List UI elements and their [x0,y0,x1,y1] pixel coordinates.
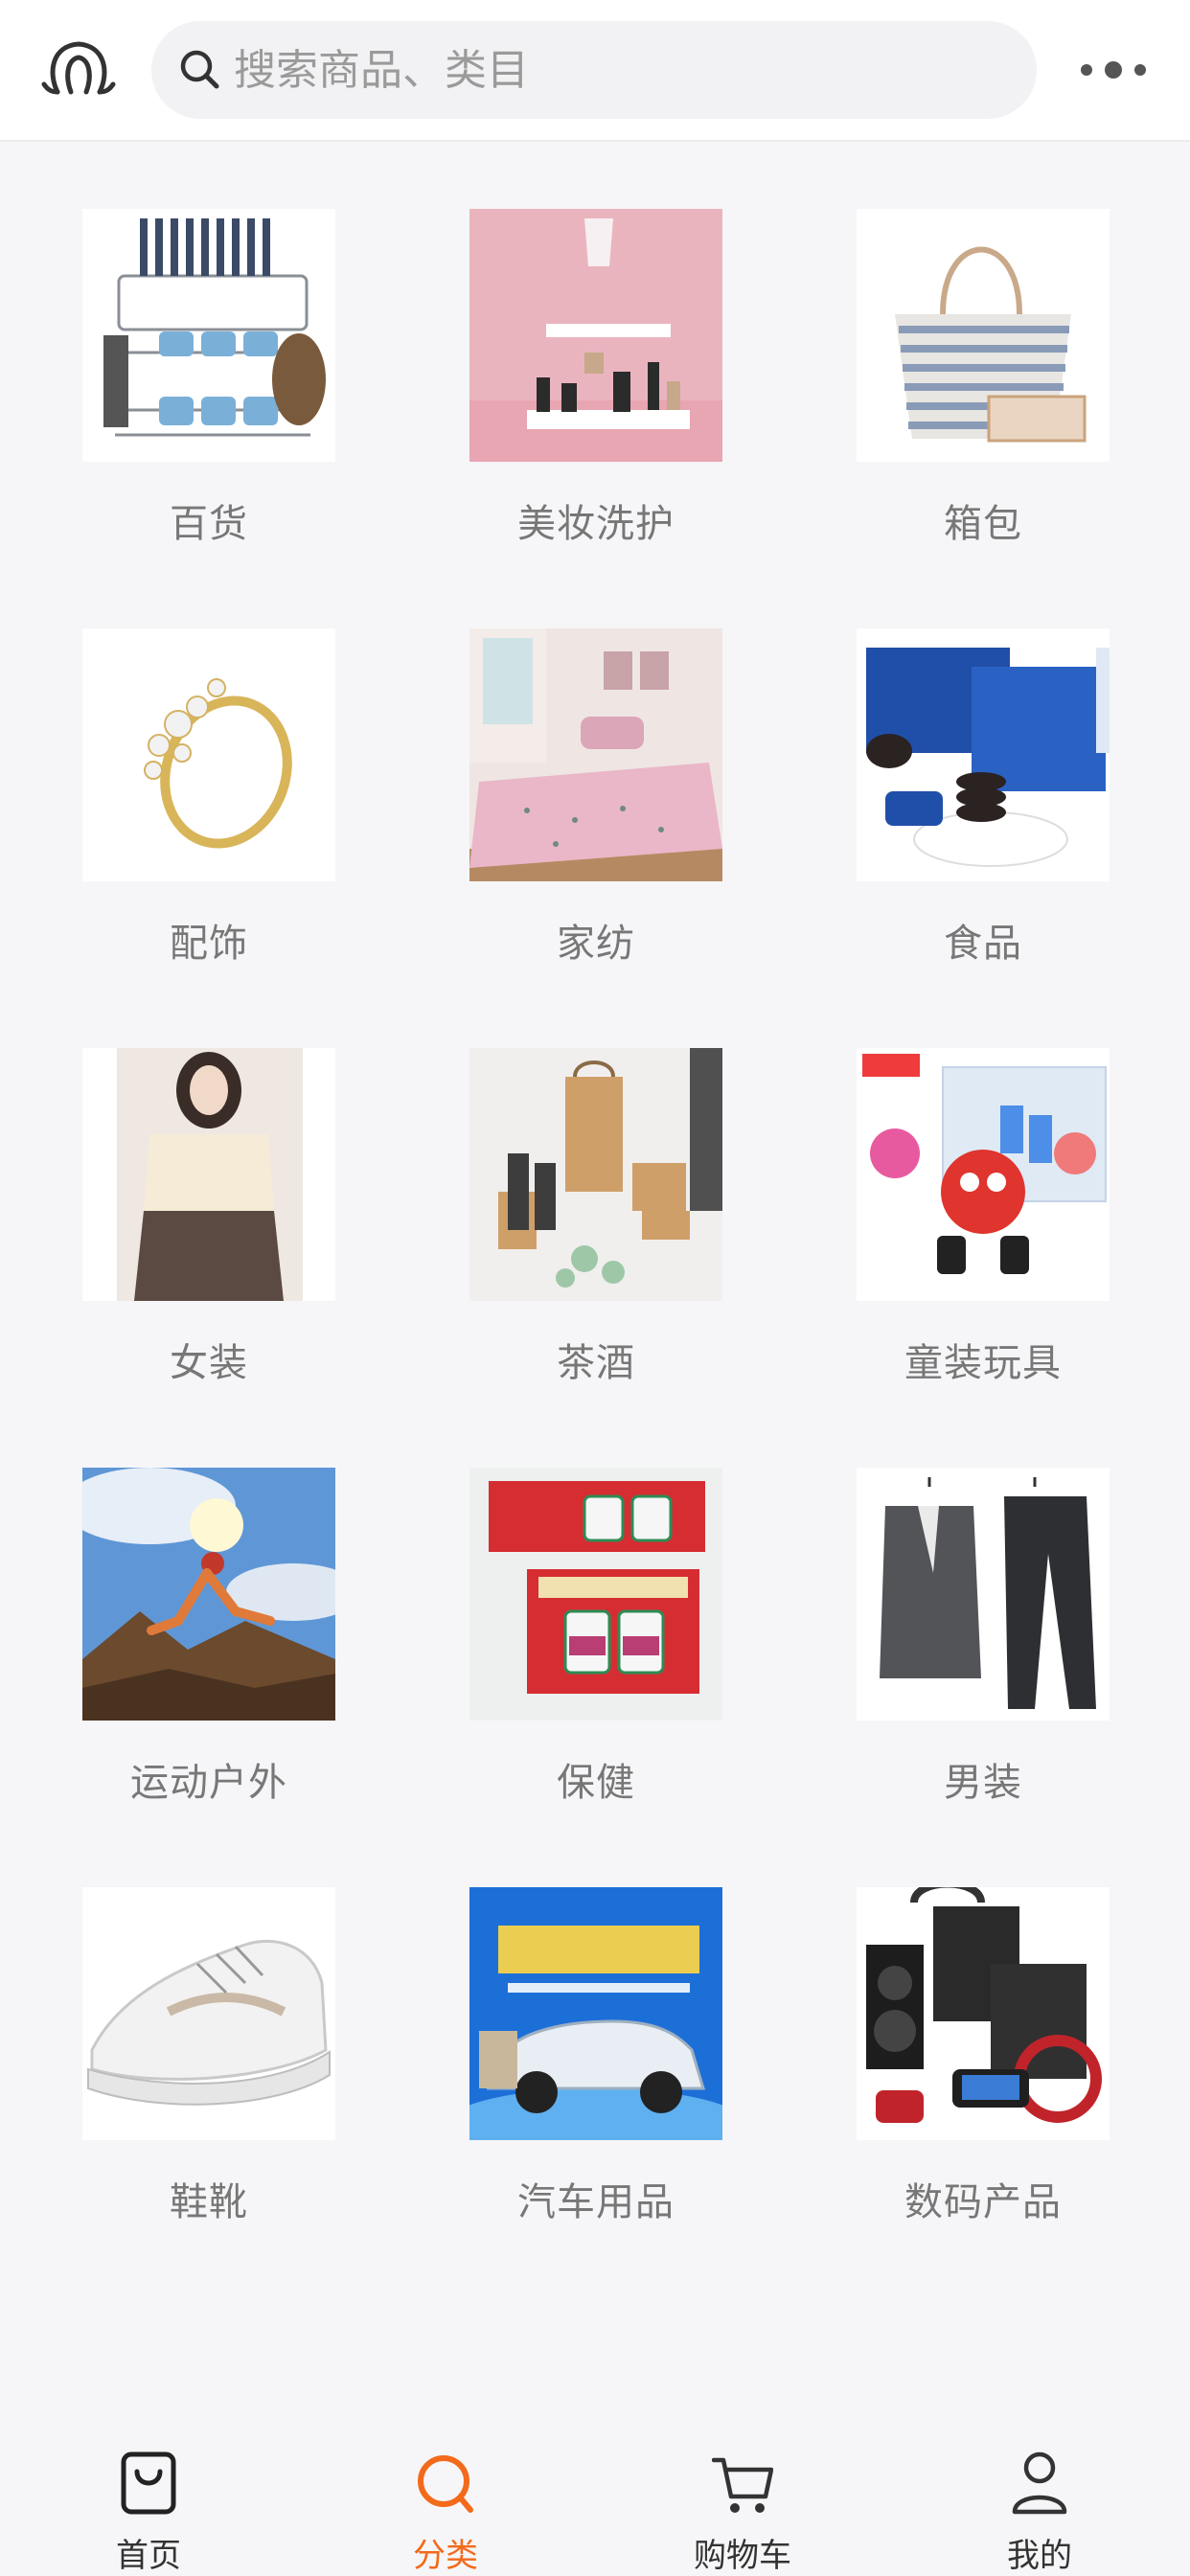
category-label: 保健 [557,1761,635,1805]
category-item[interactable]: 美妆洗护 [387,140,770,559]
category-item[interactable]: 保健 [387,1399,770,1818]
tab-label: 我的 [1007,2537,1072,2575]
shopping-bag-icon [121,2451,176,2515]
top-header [0,0,1190,142]
bedding-image [469,628,722,881]
search-input[interactable] [234,21,1000,119]
ring-image [82,628,335,881]
category-item[interactable]: 茶酒 [387,979,770,1399]
tote-bag-image [857,209,1110,462]
car-image [469,1887,722,2140]
more-dots-icon[interactable] [1077,54,1150,86]
category-label: 美妆洗护 [517,502,675,546]
womenswear-image [82,1048,335,1301]
cart-icon [712,2457,773,2513]
tab-label: 分类 [413,2537,478,2575]
sneaker-image [82,1887,335,2140]
suit-image [857,1468,1110,1721]
category-label: 配饰 [170,922,248,966]
category-label: 箱包 [944,502,1022,546]
category-item[interactable]: 箱包 [774,140,1157,559]
category-item[interactable]: 食品 [774,559,1157,979]
category-item[interactable]: 男装 [774,1399,1157,1818]
tab-category[interactable]: 分类 [297,2429,594,2575]
search-icon [180,50,219,89]
bottom-tab-bar: 首页 分类 购物车 我的 [0,2429,1190,2575]
tab-profile[interactable]: 我的 [891,2429,1188,2575]
tab-cart[interactable]: 购物车 [594,2429,891,2575]
category-item[interactable]: 鞋靴 [0,1818,383,2238]
category-item[interactable]: 女装 [0,979,383,1399]
category-label: 男装 [944,1761,1022,1805]
category-label: 女装 [170,1341,248,1385]
tab-label: 首页 [116,2537,181,2575]
category-item[interactable]: 童装玩具 [774,979,1157,1399]
category-item[interactable]: 运动户外 [0,1399,383,1818]
tea-set-image [469,1048,722,1301]
electronics-image [857,1887,1110,2140]
category-label: 百货 [170,502,248,546]
search-icon [418,2455,473,2513]
category-label: 鞋靴 [170,2180,248,2224]
category-label: 运动户外 [130,1761,287,1805]
category-label: 茶酒 [557,1341,635,1385]
cookies-image [857,628,1110,881]
supplement-image [469,1468,722,1721]
search-bar[interactable] [151,21,1037,119]
brand-logo-icon[interactable] [38,34,119,105]
tab-label: 购物车 [694,2537,791,2575]
category-item[interactable]: 家纺 [387,559,770,979]
category-item[interactable]: 数码产品 [774,1818,1157,2238]
category-label: 数码产品 [904,2180,1062,2224]
cosmetics-image [469,209,722,462]
category-item[interactable]: 配饰 [0,559,383,979]
category-label: 童装玩具 [904,1341,1062,1385]
category-label: 汽车用品 [517,2180,675,2224]
dish-rack-image [82,209,335,462]
category-item[interactable]: 百货 [0,140,383,559]
category-item[interactable]: 汽车用品 [387,1818,770,2238]
user-icon [1012,2451,1067,2515]
tab-home[interactable]: 首页 [0,2429,297,2575]
category-label: 家纺 [557,922,635,966]
toys-image [857,1048,1110,1301]
category-label: 食品 [944,922,1022,966]
outdoor-image [82,1468,335,1721]
